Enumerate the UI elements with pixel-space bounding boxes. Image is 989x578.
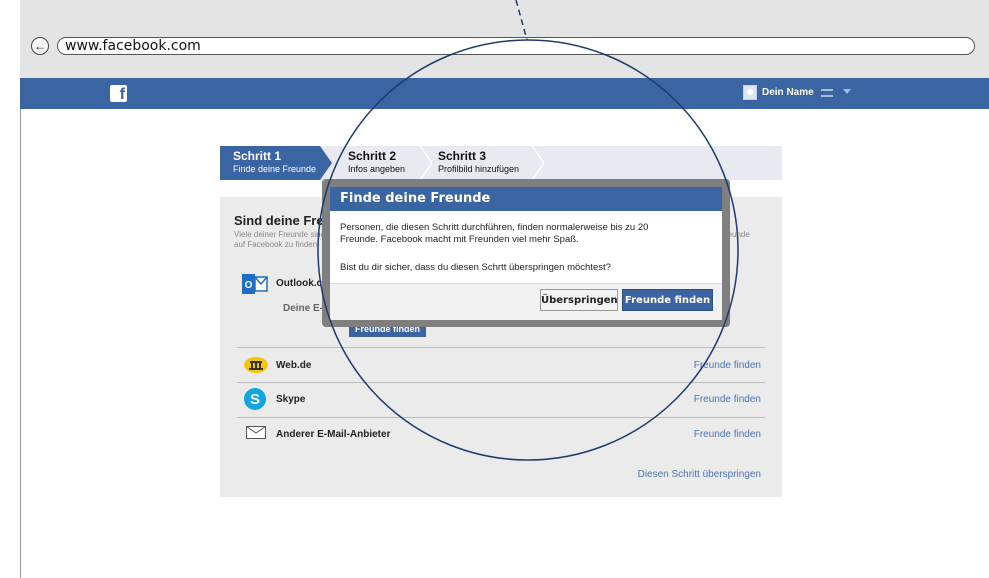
dialog-title-bar: Finde deine Freunde (330, 187, 722, 211)
dialog-question: Bist du dir sicher, dass du diesen Schrt… (340, 262, 611, 273)
dialog-find-friends-button[interactable]: Freunde finden (622, 289, 713, 311)
step-2-title: Schritt 2 (348, 149, 397, 163)
settings-flag-icon[interactable] (821, 89, 833, 97)
step-3-subtitle: Profilbild hinzufügen (438, 164, 520, 174)
svg-text:S: S (250, 391, 260, 408)
step-separator-icon (532, 146, 544, 180)
user-name-link[interactable]: Dein Name (762, 87, 814, 98)
find-friends-link-skype[interactable]: Freunde finden (694, 394, 761, 405)
divider (237, 417, 765, 418)
outlook-icon: O (242, 274, 268, 294)
subtext-line-2: auf Facebook zu finden (234, 240, 318, 249)
subtext-line-1: Viele deiner Freunde sind (234, 230, 326, 239)
step-1-subtitle: Finde deine Freunde (233, 164, 317, 174)
avatar[interactable] (743, 85, 757, 100)
find-friends-link-other-email[interactable]: Freunde finden (694, 429, 761, 440)
service-label-webde: Web.de (276, 360, 312, 371)
envelope-icon (246, 426, 266, 439)
step-separator-icon (420, 146, 432, 180)
step-1-title: Schritt 1 (233, 149, 282, 163)
dialog-body-line-2: Freunde. Facebook macht mit Freunden vie… (340, 234, 579, 245)
step-2-subtitle: Infos angeben (348, 164, 406, 174)
url-text: www.facebook.com (65, 38, 201, 54)
webde-icon (244, 357, 268, 373)
chevron-down-icon[interactable] (843, 89, 851, 94)
step-2[interactable]: Schritt 2 Infos angeben (348, 150, 405, 176)
divider (237, 382, 765, 383)
dialog-body-line-1: Personen, die diesen Schritt durchführen… (340, 222, 649, 233)
dialog-body: Personen, die diesen Schritt durchführen… (340, 222, 710, 246)
step-1: Schritt 1 Finde deine Freunde (233, 150, 316, 176)
panel-subtext: Viele deiner Freunde sind auf Facebook z… (234, 230, 325, 250)
skip-button[interactable]: Überspringen (540, 289, 618, 311)
divider (237, 347, 765, 348)
skype-icon: S (244, 388, 266, 410)
step-3[interactable]: Schritt 3 Profilbild hinzufügen (438, 150, 519, 176)
step-3-title: Schritt 3 (438, 149, 487, 163)
skip-step-link[interactable]: Diesen Schritt überspringen (638, 469, 761, 480)
service-label-other-email: Anderer E-Mail-Anbieter (276, 429, 391, 440)
svg-text:O: O (245, 280, 253, 291)
facebook-logo[interactable]: f (110, 85, 127, 103)
find-friends-link-webde[interactable]: Freunde finden (694, 360, 761, 371)
service-label-skype: Skype (276, 394, 306, 405)
dialog-title: Finde deine Freunde (340, 191, 491, 206)
back-arrow-icon[interactable]: ← (31, 37, 49, 55)
